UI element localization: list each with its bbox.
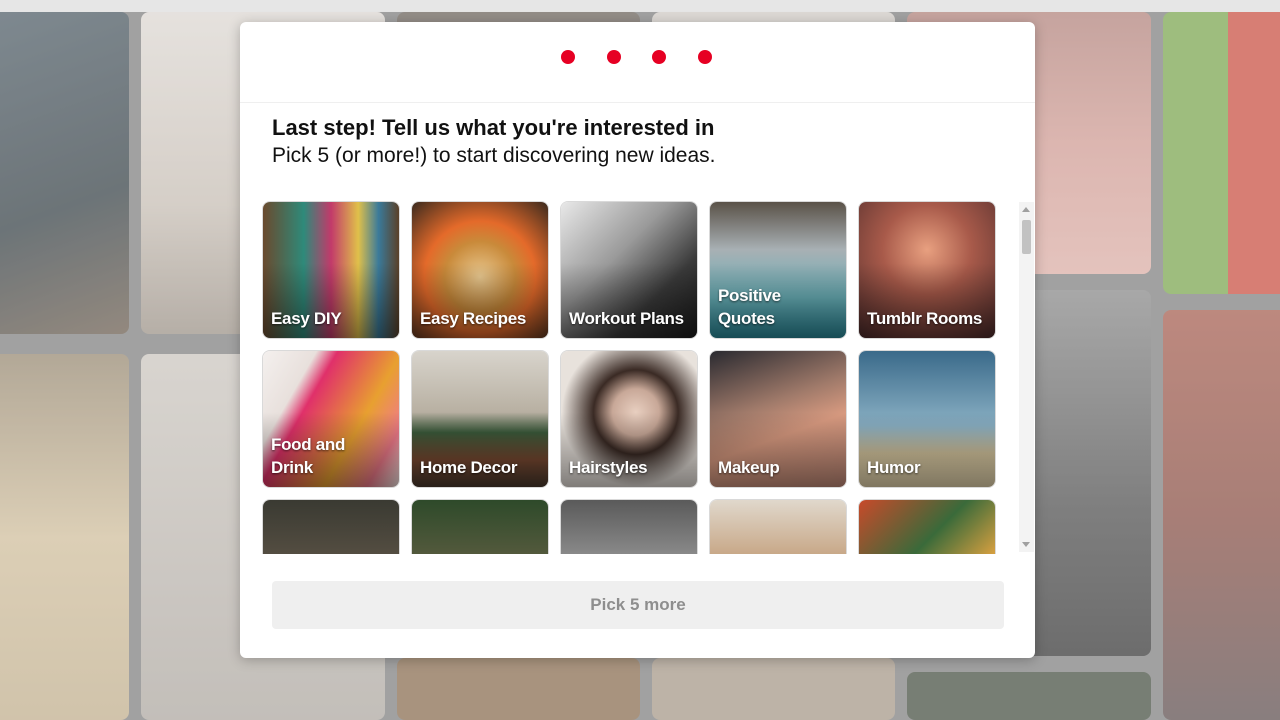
topic-label: Easy Recipes bbox=[420, 309, 527, 328]
modal-title: Last step! Tell us what you're intereste… bbox=[272, 115, 715, 140]
modal-subtitle: Pick 5 (or more!) to start discovering n… bbox=[272, 144, 716, 167]
topic-label: Easy DIY bbox=[271, 309, 342, 328]
topic-card[interactable] bbox=[561, 500, 697, 554]
topic-card-home-decor[interactable]: Home Decor bbox=[412, 351, 548, 487]
step-indicator bbox=[240, 22, 1035, 103]
topic-card-hairstyles[interactable]: Hairstyles bbox=[561, 351, 697, 487]
topic-label: Makeup bbox=[718, 458, 780, 477]
interest-picker-modal: Last step! Tell us what you're intereste… bbox=[240, 22, 1035, 658]
topic-label: Positive Quotes bbox=[718, 286, 781, 328]
topic-card-easy-diy[interactable]: Easy DIY bbox=[263, 202, 399, 338]
topic-card-easy-recipes[interactable]: Easy Recipes bbox=[412, 202, 548, 338]
step-dot bbox=[652, 50, 666, 64]
topic-card-workout-plans[interactable]: Workout Plans bbox=[561, 202, 697, 338]
topic-grid: Easy DIY Easy Recipes Workout Plans Posi… bbox=[262, 200, 1002, 554]
step-dot bbox=[561, 50, 575, 64]
step-dot bbox=[607, 50, 621, 64]
scroll-up-arrow-icon[interactable] bbox=[1022, 207, 1030, 212]
topic-grid-scrollbar[interactable] bbox=[1019, 202, 1034, 552]
topic-label: Home Decor bbox=[420, 458, 518, 477]
topic-card[interactable] bbox=[859, 500, 995, 554]
topic-label: Tumblr Rooms bbox=[867, 309, 983, 328]
topic-card[interactable] bbox=[263, 500, 399, 554]
scrollbar-thumb[interactable] bbox=[1022, 220, 1031, 254]
topic-card[interactable] bbox=[710, 500, 846, 554]
topic-card-positive-quotes[interactable]: Positive Quotes bbox=[710, 202, 846, 338]
scroll-down-arrow-icon[interactable] bbox=[1022, 542, 1030, 547]
topic-card-makeup[interactable]: Makeup bbox=[710, 351, 846, 487]
topic-card-food-and-drink[interactable]: Food and Drink bbox=[263, 351, 399, 487]
modal-heading: Last step! Tell us what you're intereste… bbox=[272, 114, 992, 170]
pick-more-button[interactable]: Pick 5 more bbox=[272, 581, 1004, 629]
topic-label: Workout Plans bbox=[569, 309, 684, 328]
topic-card[interactable] bbox=[412, 500, 548, 554]
topic-label: Humor bbox=[867, 458, 921, 477]
topic-card-humor[interactable]: Humor bbox=[859, 351, 995, 487]
topic-card-tumblr-rooms[interactable]: Tumblr Rooms bbox=[859, 202, 995, 338]
topic-label: Hairstyles bbox=[569, 458, 648, 477]
step-dot bbox=[698, 50, 712, 64]
topic-label: Food and Drink bbox=[271, 435, 346, 477]
